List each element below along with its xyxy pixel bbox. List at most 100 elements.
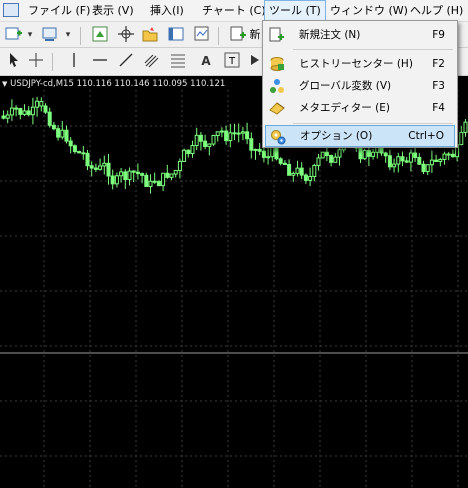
candle-body <box>190 145 195 155</box>
candle-body <box>450 153 455 158</box>
navigator-icon[interactable] <box>140 25 160 45</box>
candle-body <box>282 162 287 166</box>
candle-body <box>123 171 128 181</box>
menu-item-global-variables[interactable]: グローバル変数 (V) F3 <box>265 75 455 97</box>
menu-window[interactable]: ウィンドウ (W) <box>326 0 412 22</box>
text-icon[interactable]: A <box>196 51 216 71</box>
strategy-tester-icon[interactable] <box>192 25 212 45</box>
menu-tools[interactable]: ツール (T) <box>264 0 326 22</box>
candle-body <box>64 129 69 142</box>
candle-body <box>144 174 149 187</box>
menu-help[interactable]: ヘルプ (H) <box>406 0 467 22</box>
candle-body <box>408 152 413 163</box>
crosshair-icon[interactable] <box>26 51 46 71</box>
candle-body <box>1 115 6 119</box>
candle-body <box>421 163 426 173</box>
candle-body <box>429 159 434 166</box>
cursor-icon[interactable] <box>4 51 24 71</box>
candle-body <box>119 171 124 177</box>
candle-body <box>266 156 271 159</box>
chevron-down-icon[interactable]: ▾ <box>24 25 36 45</box>
equidistant-channel-icon[interactable] <box>142 51 162 71</box>
new-chart-icon[interactable] <box>4 25 24 45</box>
chart-header-text: USDJPY-cd,M15 110.116 110.146 110.095 11… <box>10 79 226 89</box>
menu-item-label: グローバル変数 (V) <box>299 80 392 92</box>
terminal-icon[interactable] <box>166 25 186 45</box>
candle-body <box>459 131 464 146</box>
candle-body <box>43 105 48 113</box>
candle-body <box>56 128 61 138</box>
candle-body <box>18 108 23 115</box>
horizontal-line-icon[interactable] <box>90 51 110 71</box>
menu-item-shortcut: F9 <box>432 29 445 41</box>
candle-body <box>249 138 254 151</box>
candle-body <box>366 150 371 157</box>
candle-body <box>26 110 31 116</box>
candle-body <box>295 167 300 174</box>
fibonacci-retracement-icon[interactable] <box>168 51 188 71</box>
candle-body <box>215 131 220 136</box>
candle-body <box>312 164 317 178</box>
candle-body <box>270 146 275 158</box>
menu-item-metaeditor[interactable]: メタエディター (E) F4 <box>265 97 455 119</box>
candle-body <box>442 153 447 160</box>
new-order-icon <box>269 27 285 43</box>
trendline-icon[interactable] <box>116 51 136 71</box>
market-watch-icon[interactable] <box>90 25 110 45</box>
menu-item-history-center[interactable]: ヒストリーセンター (H) F2 <box>265 53 455 75</box>
chart-symbol-header: ▼ USDJPY-cd,M15 110.116 110.146 110.095 … <box>2 79 225 89</box>
candle-body <box>333 156 338 163</box>
candle-body <box>316 157 321 166</box>
candle-body <box>324 151 329 157</box>
data-window-icon[interactable] <box>116 25 136 45</box>
candle-body <box>413 152 418 158</box>
candle-body <box>278 158 283 164</box>
candle-body <box>68 140 73 147</box>
menu-insert[interactable]: 挿入(I) <box>146 0 188 22</box>
candle-body <box>182 149 187 162</box>
app-icon[interactable] <box>3 3 19 17</box>
candle-body <box>140 173 145 176</box>
candle-body <box>47 111 52 126</box>
menu-bar: ファイル (F) 表示 (V) 挿入(I) チャート (C) ツール (T) ウ… <box>0 0 468 22</box>
vertical-line-icon[interactable] <box>64 51 84 71</box>
menu-view[interactable]: 表示 (V) <box>88 0 138 22</box>
candle-body <box>39 101 44 107</box>
new-order-label[interactable]: 新 <box>248 25 262 45</box>
candle-body <box>93 167 98 170</box>
chart-menu-triangle-icon[interactable]: ▼ <box>2 80 7 88</box>
candle-body <box>30 106 35 116</box>
text-label-icon[interactable]: T <box>222 51 242 71</box>
candle-body <box>9 107 14 116</box>
candle-body <box>110 175 115 185</box>
candle-body <box>463 121 468 133</box>
candle-body <box>438 158 443 162</box>
candle-body <box>169 173 174 178</box>
candle-body <box>173 170 178 175</box>
candle-body <box>207 143 212 148</box>
menu-item-options[interactable]: オプション (O) Ctrl+O <box>265 125 455 147</box>
menu-item-shortcut: Ctrl+O <box>408 130 444 142</box>
candle-body <box>245 131 250 140</box>
new-order-icon[interactable] <box>228 25 248 45</box>
candle-body <box>98 165 103 170</box>
menu-item-new-order[interactable]: 新規注文 (N) F9 <box>265 24 455 46</box>
candle-body <box>392 163 397 168</box>
candle-body <box>396 156 401 165</box>
candle-body <box>156 181 161 187</box>
candle-body <box>329 155 334 163</box>
candle-body <box>400 156 405 162</box>
candle-body <box>165 172 170 178</box>
candle-body <box>114 175 119 185</box>
menu-file[interactable]: ファイル (F) <box>24 0 94 22</box>
candle-body <box>291 172 296 176</box>
history-center-icon <box>269 56 285 72</box>
candle-body <box>152 180 157 183</box>
candle-body <box>135 171 140 175</box>
menu-item-shortcut: F2 <box>432 58 445 70</box>
menu-chart[interactable]: チャート (C) <box>198 0 270 22</box>
profiles-icon[interactable] <box>40 25 60 45</box>
chevron-down-icon[interactable]: ▾ <box>62 25 74 45</box>
candle-body <box>89 165 94 169</box>
candle-body <box>194 134 199 147</box>
